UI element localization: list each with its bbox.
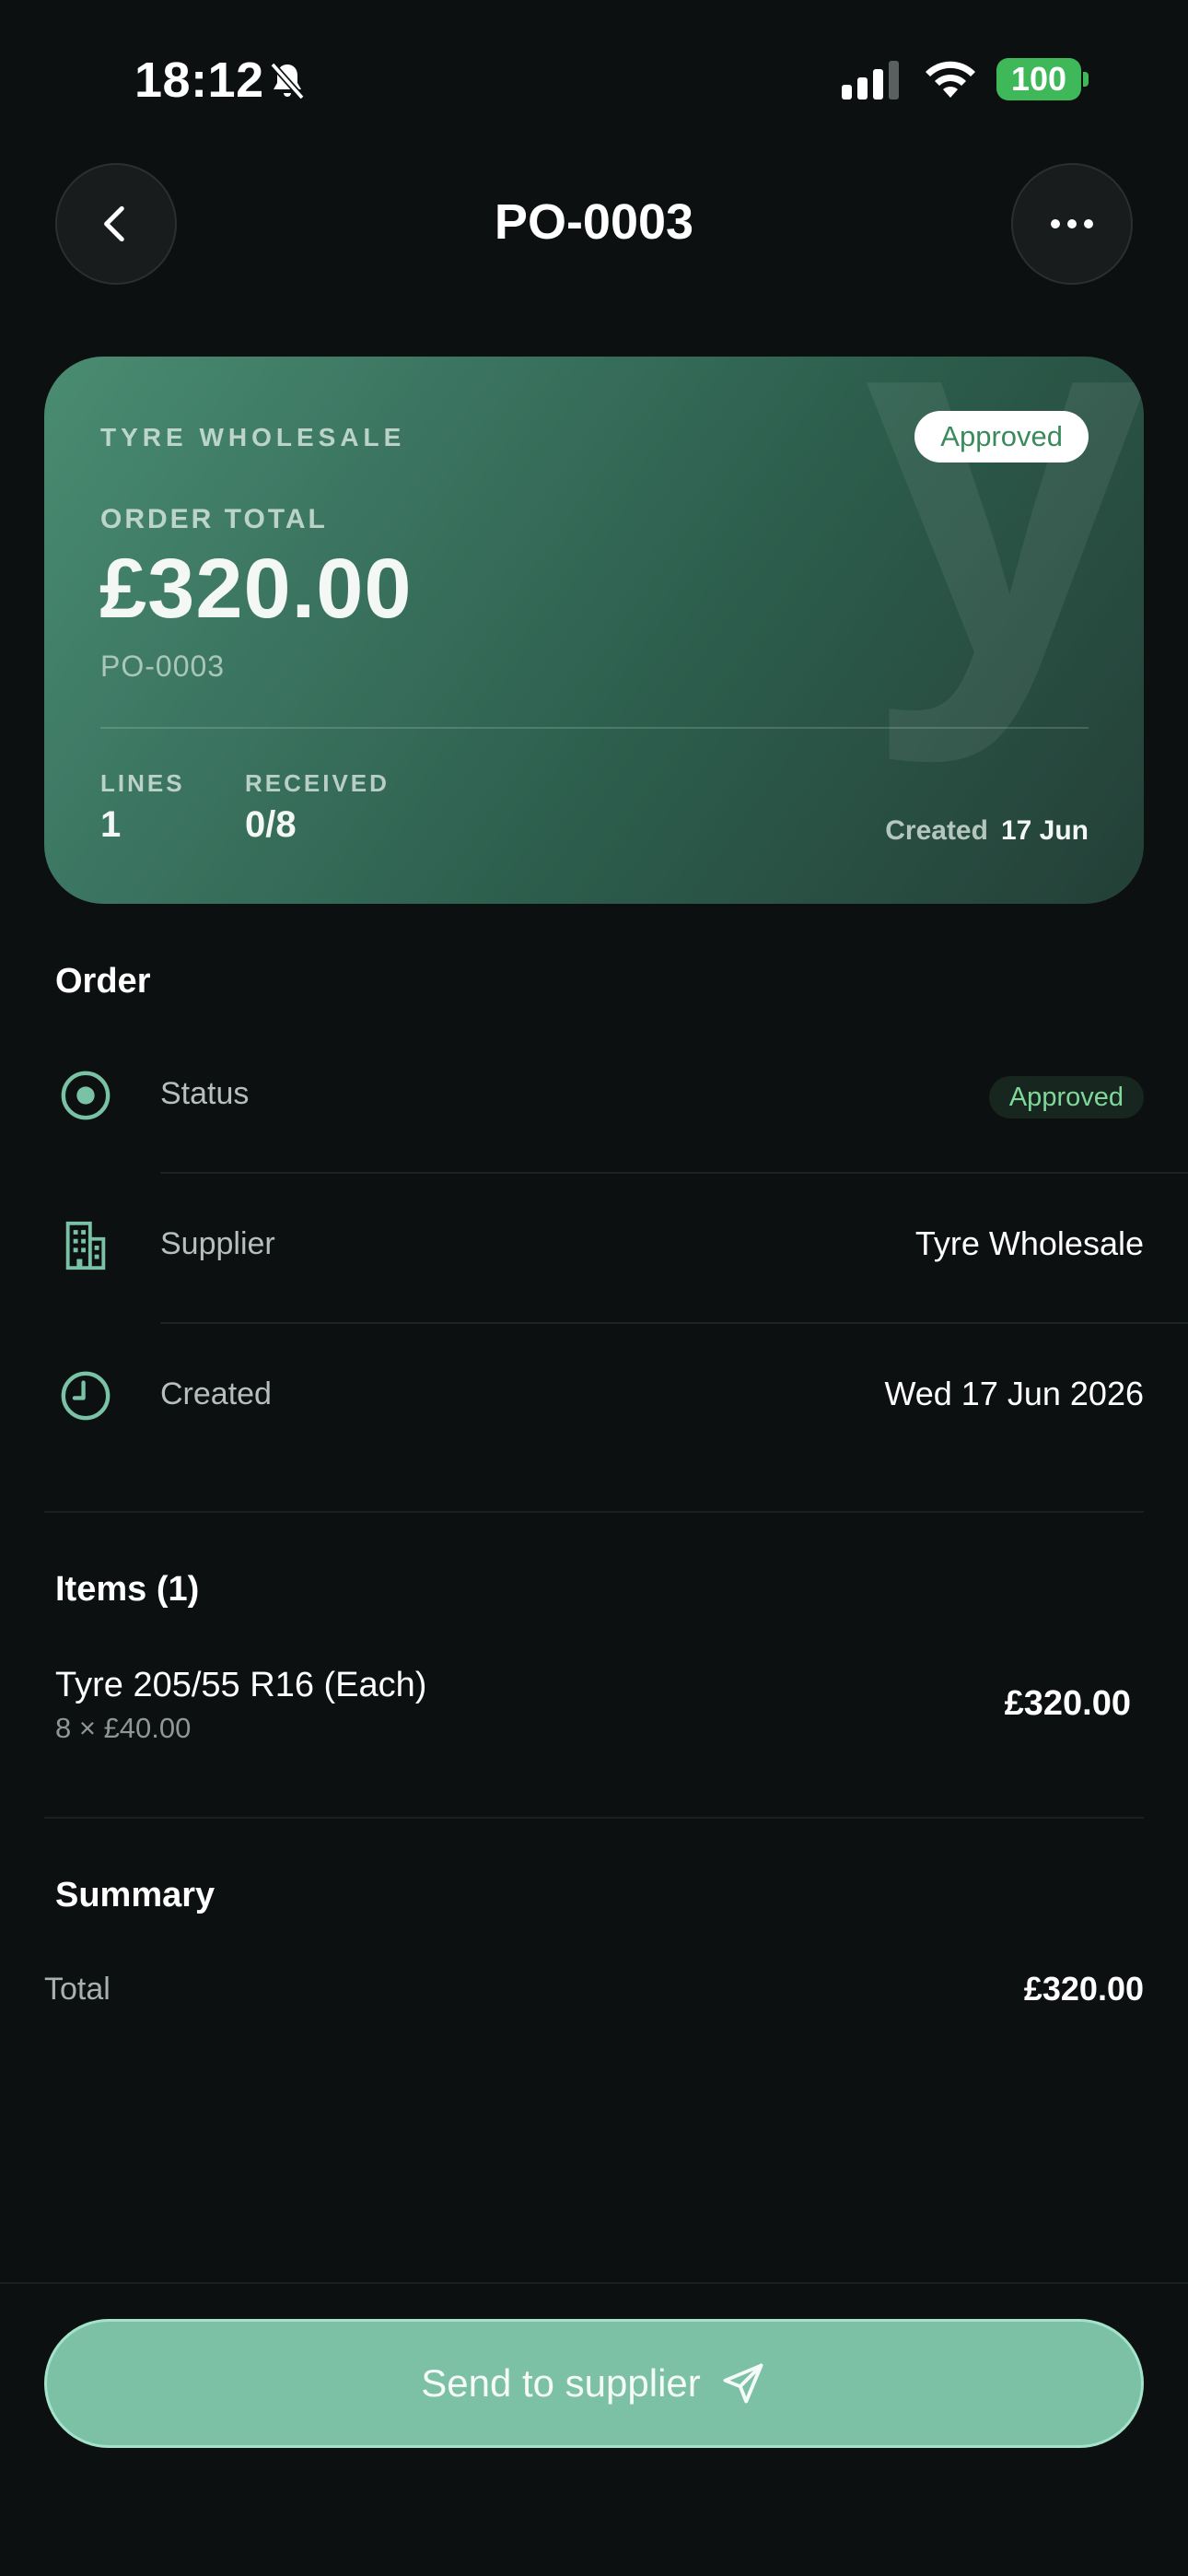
send-icon <box>723 2363 763 2404</box>
page-title: PO-0003 <box>494 194 694 250</box>
lines-label: LINES <box>100 769 185 797</box>
status-bar: 18:12 100 <box>0 0 1188 157</box>
card-status-badge: Approved <box>914 411 1089 463</box>
created-value: Wed 17 Jun 2026 <box>884 1375 1144 1412</box>
item-quantity: 8 × £40.00 <box>55 1712 192 1744</box>
card-created-date: Created 17 Jun <box>885 815 1089 847</box>
received-value: 0/8 <box>245 804 297 845</box>
received-label: RECEIVED <box>245 769 390 797</box>
more-horizontal-icon <box>1051 219 1093 228</box>
section-divider <box>44 1817 1144 1819</box>
order-row-supplier: Supplier Tyre Wholesale <box>0 1173 1188 1322</box>
item-price: £320.00 <box>1004 1684 1131 1723</box>
send-button-label: Send to supplier <box>421 2361 701 2405</box>
send-to-supplier-button[interactable]: Send to supplier <box>44 2319 1144 2448</box>
supplier-value: Tyre Wholesale <box>914 1224 1144 1262</box>
card-created-value: 17 Jun <box>1000 815 1089 846</box>
cellular-signal-icon <box>842 61 899 100</box>
summary-section-title: Summary <box>55 1876 215 1914</box>
battery-tip <box>1083 72 1089 87</box>
lines-value: 1 <box>100 804 122 845</box>
order-total-amount: £320.00 <box>99 542 413 636</box>
card-supplier-name: TYRE WHOLESALE <box>100 423 406 451</box>
order-row-created: Created Wed 17 Jun 2026 <box>0 1323 1188 1472</box>
order-total-label: ORDER TOTAL <box>100 504 328 534</box>
card-divider <box>100 727 1089 729</box>
building-icon <box>65 1221 106 1270</box>
section-divider <box>44 1511 1144 1513</box>
card-created-label: Created <box>885 815 988 846</box>
bottom-bar-divider <box>0 2282 1188 2284</box>
summary-total-value: £320.00 <box>1023 1970 1144 2008</box>
order-summary-card: y TYRE WHOLESALE Approved ORDER TOTAL £3… <box>44 357 1144 904</box>
wifi-icon <box>926 61 975 98</box>
items-section-title: Items (1) <box>55 1570 200 1609</box>
purchase-order-screen: 18:12 100 PO-0003 y TYRE WHOLESALE Appro… <box>0 0 1188 2576</box>
status-time: 18:12 <box>134 53 264 108</box>
more-options-button[interactable] <box>1011 163 1133 285</box>
order-reference: PO-0003 <box>100 650 226 683</box>
order-row-status: Status Approved <box>0 1023 1188 1172</box>
supplier-label: Supplier <box>160 1226 275 1261</box>
bell-muted-icon <box>270 62 305 100</box>
created-label: Created <box>160 1376 272 1411</box>
order-section-title: Order <box>55 962 151 1001</box>
target-icon <box>61 1071 111 1120</box>
status-badge: Approved <box>988 1076 1144 1118</box>
status-label: Status <box>160 1076 250 1111</box>
battery-indicator: 100 <box>996 58 1081 100</box>
summary-total-label: Total <box>44 1972 111 2007</box>
clock-icon <box>61 1371 111 1421</box>
item-name: Tyre 205/55 R16 (Each) <box>55 1666 427 1704</box>
